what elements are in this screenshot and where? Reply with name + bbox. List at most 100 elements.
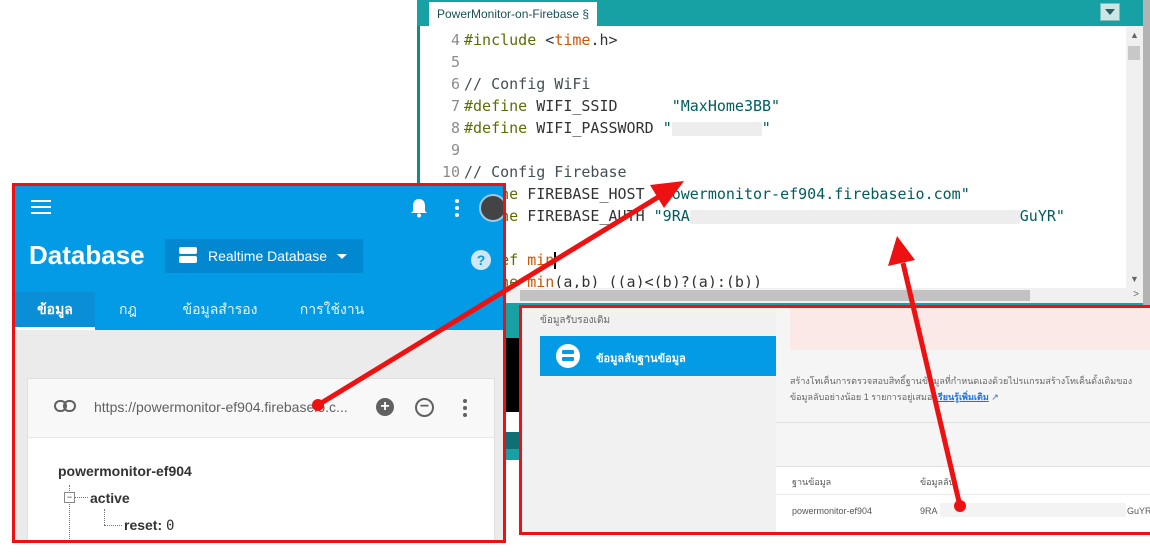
app-header: Database Realtime Database ? ข้อมูล กฎ ข… bbox=[15, 186, 503, 330]
secrets-table: ฐานข้อมูล ข้อมูลลับ powermonitor-ef904 9… bbox=[776, 466, 1150, 532]
tree-leaf-key: reset: bbox=[124, 517, 163, 533]
code-token: min bbox=[527, 251, 555, 269]
code-token: "powermonitor-ef904.firebaseio.com" bbox=[653, 185, 970, 203]
page-title: Database bbox=[29, 240, 145, 270]
avatar[interactable] bbox=[479, 194, 503, 222]
tab-backups[interactable]: ข้อมูลสำรอง bbox=[161, 292, 279, 330]
scrollbar-thumb[interactable] bbox=[1128, 46, 1140, 60]
line-number: 9 bbox=[450, 141, 460, 159]
bell-icon[interactable] bbox=[410, 198, 428, 218]
code-token: #include bbox=[464, 31, 546, 49]
more-vert-icon[interactable] bbox=[463, 399, 467, 417]
editor-horizontal-scrollbar[interactable]: > bbox=[420, 288, 1143, 303]
more-vert-icon[interactable] bbox=[455, 199, 459, 217]
learn-more-link[interactable]: เรียนรู้เพิ่มเติม bbox=[935, 392, 989, 402]
scroll-up-icon[interactable]: ▲ bbox=[1130, 30, 1139, 40]
scroll-down-icon[interactable]: ▼ bbox=[1130, 274, 1139, 284]
code-token: (a,b) ((a)<(b)?(a):(b)) bbox=[554, 273, 763, 288]
column-header-secret: ข้อมูลลับ bbox=[920, 477, 955, 487]
description-text: ข้อมูลลับอย่างน้อย 1 รายการอยู่เสมอ bbox=[790, 392, 933, 402]
scrollbar-thumb[interactable] bbox=[520, 290, 1030, 301]
description-line: สร้างโทเค็นการตรวจสอบสิทธิ์ฐานข้อมูลที่ก… bbox=[790, 376, 1133, 386]
tree-connector bbox=[104, 509, 105, 525]
code-line[interactable]: 8 #define WIFI_PASSWORD " " bbox=[420, 117, 771, 139]
code-token: // Config Firebase bbox=[464, 163, 627, 181]
divider bbox=[776, 422, 1150, 423]
tree-root-node[interactable]: powermonitor-ef904 bbox=[58, 463, 192, 479]
code-editor[interactable]: 4 #include <time.h> 5 6// Config WiFi 7 #defi… bbox=[420, 26, 1126, 288]
tab-menu-button[interactable] bbox=[1100, 3, 1120, 21]
tree-connector bbox=[104, 525, 122, 526]
database-selector-label: Realtime Database bbox=[208, 248, 328, 264]
link-icon bbox=[54, 400, 76, 412]
help-icon[interactable]: ? bbox=[471, 250, 491, 270]
column-header-database: ฐานข้อมูล bbox=[792, 477, 832, 487]
code-token: WIFI_PASSWORD bbox=[536, 119, 663, 137]
settings-main: สร้างโทเค็นการตรวจสอบสิทธิ์ฐานข้อมูลที่ก… bbox=[776, 308, 1150, 532]
tab-rules[interactable]: กฎ bbox=[95, 292, 161, 330]
firebase-settings-panel: ข้อมูลรับรองเดิม ข้อมูลลับฐานข้อมูล สร้า… bbox=[519, 305, 1150, 535]
tree-leaf-reset[interactable]: reset: 0 bbox=[124, 517, 174, 534]
database-selector[interactable]: Realtime Database bbox=[165, 239, 363, 273]
code-line[interactable]: 7 #define WIFI_SSID "MaxHome3BB" bbox=[420, 95, 780, 117]
code-line[interactable]: 10// Config Firebase bbox=[420, 161, 627, 183]
database-url[interactable]: https://powermonitor-ef904.firebaseio.c.… bbox=[94, 399, 348, 415]
firebase-database-console: Database Realtime Database ? ข้อมูล กฎ ข… bbox=[12, 183, 506, 543]
database-icon bbox=[556, 344, 580, 368]
code-line[interactable]: 5 bbox=[420, 51, 464, 73]
code-token: // Config WiFi bbox=[464, 75, 591, 93]
code-token: #define bbox=[464, 119, 537, 137]
sidebar-item-label: ข้อมูลลับฐานข้อมูล bbox=[596, 353, 686, 365]
code-line[interactable]: ine FIREBASE_AUTH "9RAGuYR" bbox=[420, 205, 1065, 227]
settings-sidebar: ข้อมูลรับรองเดิม ข้อมูลลับฐานข้อมูล bbox=[522, 308, 776, 532]
code-line[interactable]: 9 bbox=[420, 139, 464, 161]
tree-node-active[interactable]: active bbox=[90, 490, 130, 506]
menu-icon[interactable] bbox=[31, 200, 51, 216]
tab-usage[interactable]: การใช้งาน bbox=[279, 292, 385, 330]
table-cell-secret-prefix: 9RA bbox=[920, 506, 938, 516]
row-divider bbox=[776, 494, 1150, 495]
remove-icon[interactable]: − bbox=[415, 398, 434, 417]
code-token: WIFI_SSID bbox=[536, 97, 672, 115]
code-token: min bbox=[527, 273, 555, 288]
database-icon bbox=[179, 247, 197, 265]
data-card: https://powermonitor-ef904.firebaseio.c.… bbox=[27, 378, 495, 540]
redacted-value bbox=[671, 121, 762, 136]
code-token: " bbox=[761, 119, 771, 137]
line-number: 8 bbox=[450, 119, 460, 137]
code-token: GuYR" bbox=[1019, 207, 1065, 225]
line-number: 5 bbox=[450, 53, 460, 71]
description-line: ข้อมูลลับอย่างน้อย 1 รายการอยู่เสมอ เรีย… bbox=[790, 390, 999, 404]
code-token: " bbox=[662, 119, 672, 137]
text-cursor bbox=[554, 252, 557, 269]
warning-banner bbox=[790, 308, 1150, 350]
external-link-icon[interactable]: ↗ bbox=[991, 392, 999, 402]
line-number: 4 bbox=[450, 31, 460, 49]
tree-leaf-value[interactable]: 0 bbox=[166, 518, 174, 534]
editor-vertical-scrollbar[interactable]: ▲ ▼ bbox=[1126, 26, 1143, 288]
scroll-right-icon[interactable]: > bbox=[1133, 289, 1139, 300]
line-number: 6 bbox=[450, 75, 460, 93]
chevron-down-icon bbox=[337, 254, 347, 259]
table-cell-secret-suffix: GuYR bbox=[1127, 506, 1150, 516]
redacted-secret bbox=[940, 503, 1126, 517]
code-token: "9RA bbox=[653, 207, 690, 225]
sketch-tab[interactable]: PowerMonitor-on-Firebase § bbox=[429, 2, 598, 26]
code-line[interactable]: 6// Config WiFi bbox=[420, 73, 590, 95]
line-number: 10 bbox=[441, 163, 460, 181]
sidebar-item-database-secrets[interactable]: ข้อมูลลับฐานข้อมูล bbox=[540, 336, 776, 376]
ide-tab-bar: PowerMonitor-on-Firebase § bbox=[417, 0, 1143, 26]
code-token: #define bbox=[464, 97, 537, 115]
code-token: < bbox=[545, 31, 555, 49]
code-token: "MaxHome3BB" bbox=[671, 97, 781, 115]
code-token: FIREBASE_HOST bbox=[527, 185, 654, 203]
code-token: .h> bbox=[590, 31, 618, 49]
redacted-value bbox=[689, 209, 1020, 224]
tab-bar: ข้อมูล กฎ ข้อมูลสำรอง การใช้งาน bbox=[15, 292, 503, 330]
add-icon[interactable]: + bbox=[376, 398, 394, 416]
legacy-credentials-header: ข้อมูลรับรองเดิม bbox=[540, 315, 611, 326]
code-line[interactable]: 4 #include <time.h> bbox=[420, 29, 618, 51]
tab-data[interactable]: ข้อมูล bbox=[15, 292, 95, 330]
tree-connector bbox=[74, 497, 88, 498]
line-number: 7 bbox=[450, 97, 460, 115]
